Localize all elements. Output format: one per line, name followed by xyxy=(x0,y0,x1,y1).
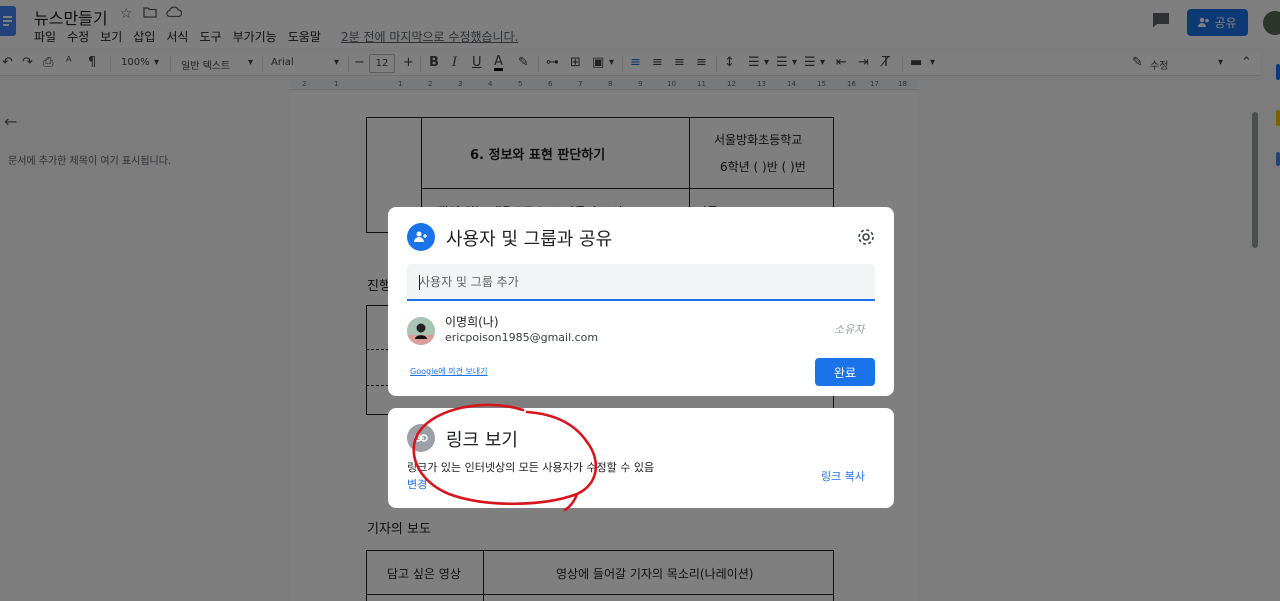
link-dialog: 링크 보기 링크가 있는 인터넷상의 모든 사용자가 수정할 수 있음 변경 링… xyxy=(388,408,894,508)
link-access-description: 링크가 있는 인터넷상의 모든 사용자가 수정할 수 있음 xyxy=(407,461,655,474)
copy-link-button[interactable]: 링크 복사 xyxy=(821,468,865,484)
add-people-input[interactable] xyxy=(419,272,859,292)
add-people-field xyxy=(407,264,875,301)
avatar xyxy=(407,317,435,345)
change-access-link[interactable]: 변경 xyxy=(407,476,427,492)
feedback-link[interactable]: Google에 의견 보내기 xyxy=(410,366,487,377)
user-email: ericpoison1985@gmail.com xyxy=(445,331,599,344)
dialog-title: 사용자 및 그룹과 공유 xyxy=(446,229,613,250)
text-cursor xyxy=(419,275,420,290)
link-icon xyxy=(407,424,435,452)
done-button[interactable]: 완료 xyxy=(815,358,875,386)
user-name: 이명희(나) xyxy=(445,315,499,329)
gear-icon[interactable] xyxy=(856,227,876,247)
add-person-icon xyxy=(407,223,435,251)
role-label: 소유자 xyxy=(834,323,865,336)
share-dialog: 사용자 및 그룹과 공유 이명희(나) ericpoison1985@gmail… xyxy=(388,207,894,396)
dialog-title: 링크 보기 xyxy=(446,430,518,451)
